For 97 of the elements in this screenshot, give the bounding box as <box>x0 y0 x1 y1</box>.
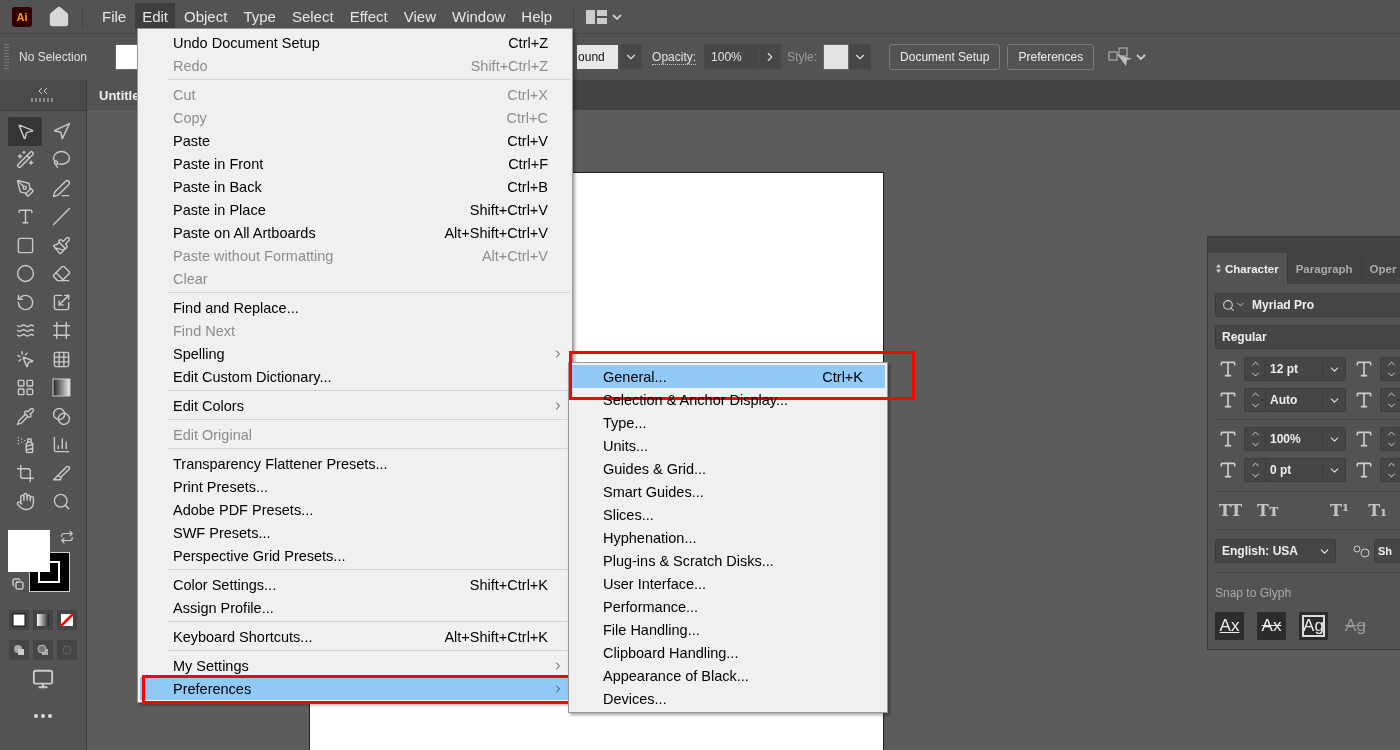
menu-title[interactable]: Help <box>514 3 560 30</box>
menu-item[interactable]: Adobe PDF Presets... <box>140 498 570 521</box>
menu-item[interactable]: Color Settings... Shift+Ctrl+K <box>140 573 570 596</box>
menu-item[interactable]: Preferences <box>140 677 570 700</box>
menu-item[interactable]: Assign Profile... <box>140 596 570 619</box>
spinner-field[interactable]: 0 pt <box>1244 458 1346 482</box>
workspace-layout-icon[interactable] <box>586 8 623 25</box>
menu-title[interactable]: File <box>95 3 134 30</box>
screen-mode-icon[interactable] <box>32 668 54 690</box>
menu-item[interactable]: Spelling <box>140 342 570 365</box>
menu-item[interactable]: Appearance of Black... <box>571 664 885 687</box>
type-style-button[interactable]: Tᴛ <box>1253 501 1327 520</box>
arrow-pointer-icon[interactable] <box>8 117 42 146</box>
menu-item[interactable]: General... Ctrl+K <box>571 365 885 388</box>
menu-item[interactable]: Keyboard Shortcuts... Alt+Shift+Ctrl+K <box>140 625 570 648</box>
menu-item[interactable]: Performance... <box>571 595 885 618</box>
menu-title[interactable]: Edit <box>135 3 176 30</box>
menu-item[interactable]: Devices... <box>571 687 885 710</box>
snap-button[interactable]: Ax <box>1215 612 1244 640</box>
collapse-icon[interactable] <box>38 88 48 94</box>
font-family-value: Myriad Pro <box>1252 298 1314 312</box>
menu-item[interactable]: Edit Custom Dictionary... <box>140 365 570 388</box>
menu-item[interactable]: Paste in Back Ctrl+B <box>140 175 570 198</box>
language-value: English: USA <box>1222 544 1298 558</box>
anti-aliasing-dropdown[interactable]: Sh <box>1374 539 1400 563</box>
menu-title[interactable]: Object <box>177 3 235 30</box>
toolbar-button[interactable]: Document Setup <box>889 44 1001 70</box>
menu-item[interactable]: Edit Colors <box>140 394 570 417</box>
type-style-button[interactable]: TT <box>1215 501 1254 520</box>
draw-normal-icon[interactable] <box>9 640 29 660</box>
menu-item[interactable]: Paste in Front Ctrl+F <box>140 152 570 175</box>
language-dropdown[interactable]: English: USA <box>1215 539 1336 563</box>
menu-item[interactable]: Plug-ins & Scratch Disks... <box>571 549 885 572</box>
stepper-control[interactable] <box>1380 388 1400 412</box>
menu-item[interactable]: Hyphenation... <box>571 526 885 549</box>
style-swatch[interactable] <box>823 44 850 70</box>
grip-icon[interactable] <box>31 98 55 102</box>
stepper-control[interactable] <box>1380 357 1400 381</box>
spinner-field[interactable]: 100% <box>1244 427 1346 451</box>
isolate-selection-icon[interactable] <box>1107 46 1148 68</box>
dropdown-button[interactable] <box>620 44 643 70</box>
arrow-button[interactable] <box>759 44 782 70</box>
fill-stroke-drawing[interactable] <box>8 530 70 592</box>
opacity-label[interactable]: Opacity: <box>652 49 697 65</box>
snap-button[interactable]: Ax <box>1257 612 1286 640</box>
snap-to-glyph-label: Snap to Glyph <box>1215 586 1293 600</box>
spinner-field[interactable]: Auto <box>1244 388 1346 412</box>
menu-item[interactable]: My Settings <box>140 654 570 677</box>
menu-item[interactable]: Type... <box>571 411 885 434</box>
spinner-field[interactable]: 12 pt <box>1244 357 1346 381</box>
menu-title[interactable]: Window <box>444 3 513 30</box>
type-style-button[interactable]: T¹ <box>1326 501 1365 520</box>
stroke-dropdown[interactable]: ound <box>577 45 619 69</box>
menu-item[interactable]: Guides & Grid... <box>571 457 885 480</box>
stepper-control[interactable] <box>1380 458 1400 482</box>
color-mode-icon[interactable] <box>9 610 29 630</box>
type-style-button[interactable]: T₁ <box>1364 501 1400 520</box>
panel-tab[interactable]: Character <box>1208 253 1288 284</box>
menu-item[interactable]: Paste on All Artboards Alt+Shift+Ctrl+V <box>140 221 570 244</box>
menu-item[interactable]: Clipboard Handling... <box>571 641 885 664</box>
menu-item[interactable]: SWF Presets... <box>140 521 570 544</box>
app-logo[interactable]: Ai <box>12 6 32 27</box>
menu-item[interactable]: Paste Ctrl+V <box>140 129 570 152</box>
style-label: Style: <box>787 50 818 64</box>
search-icon <box>1222 298 1246 312</box>
font-family-field[interactable]: Myriad Pro <box>1215 293 1400 317</box>
draw-behind-icon[interactable] <box>33 640 53 660</box>
menu-item[interactable]: User Interface... <box>571 572 885 595</box>
menu-title[interactable]: View <box>396 3 443 30</box>
menu-item[interactable]: Smart Guides... <box>571 480 885 503</box>
selection-status: No Selection <box>19 50 88 64</box>
more-tools-icon[interactable] <box>34 714 52 718</box>
opacity-field[interactable]: 100% <box>704 44 760 70</box>
menu-item[interactable]: Paste in Place Shift+Ctrl+V <box>140 198 570 221</box>
menu-item[interactable]: Find and Replace... <box>140 296 570 319</box>
default-colors-icon[interactable] <box>12 578 24 590</box>
menu-item[interactable]: Print Presets... <box>140 475 570 498</box>
menu-item[interactable]: Undo Document Setup Ctrl+Z <box>140 31 570 54</box>
menu-item[interactable]: Slices... <box>571 503 885 526</box>
menu-title[interactable]: Select <box>284 3 341 30</box>
stepper-control[interactable] <box>1380 427 1400 451</box>
menu-item[interactable]: File Handling... <box>571 618 885 641</box>
toolbar-button[interactable]: Preferences <box>1007 44 1095 70</box>
none-mode-icon[interactable] <box>57 610 77 630</box>
menu-item[interactable]: Units... <box>571 434 885 457</box>
font-style-field[interactable]: Regular <box>1215 325 1400 349</box>
dropdown-button[interactable] <box>849 44 872 70</box>
menu-title[interactable]: Type <box>236 3 283 30</box>
gradient-mode-icon[interactable] <box>33 610 53 630</box>
home-icon[interactable] <box>48 5 70 28</box>
expand-arrows-icon <box>1216 264 1221 273</box>
snap-button[interactable]: Ag <box>1299 612 1328 640</box>
menu-item[interactable]: Transparency Flattener Presets... <box>140 452 570 475</box>
swap-icon[interactable] <box>60 530 74 544</box>
anti-aliasing-icon <box>1351 544 1371 558</box>
menu-item[interactable]: Perspective Grid Presets... <box>140 544 570 567</box>
menu-title[interactable]: Effect <box>342 3 395 30</box>
